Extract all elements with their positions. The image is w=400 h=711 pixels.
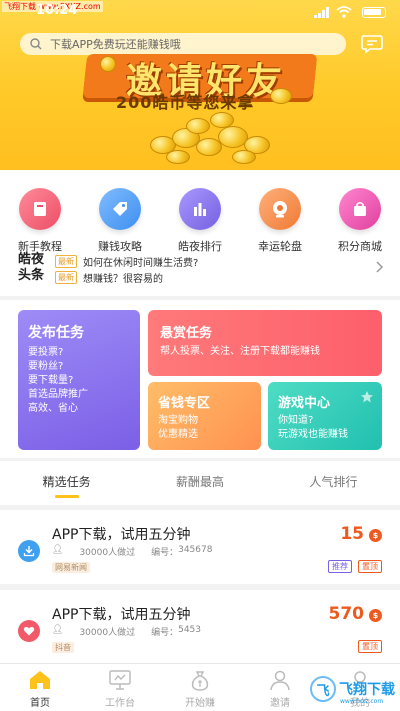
task-title: APP下载，试用五分钟 — [52, 527, 191, 543]
status-bar: 飞翔下载 www.FXXZ.com 10:24 — [0, 0, 400, 26]
chevron-right-icon[interactable] — [376, 261, 384, 273]
book-icon — [19, 188, 61, 230]
nav-invite[interactable]: 邀请 — [240, 664, 320, 711]
task-code: 345678 — [178, 545, 213, 555]
task-code-label: 编号： — [151, 628, 179, 638]
task-source: 网易新闻 — [52, 562, 90, 573]
heart-icon — [18, 620, 40, 642]
watermark-logo-text: 飞翔下载 — [339, 682, 395, 698]
card-game-center[interactable]: 游戏中心 你知道? 玩游戏也能赚钱 — [268, 382, 382, 450]
task-title: APP下载，试用五分钟 — [52, 607, 191, 623]
news-text: 如何在休闲时间赚生活费? — [83, 258, 199, 269]
badge-recommended: 推荐 — [328, 560, 352, 573]
star-icon — [361, 391, 373, 403]
task-code: 5453 — [178, 625, 201, 635]
nav-home[interactable]: 首页 — [0, 664, 80, 711]
coin-icon: $ — [369, 529, 382, 542]
status-time: 10:24 — [36, 3, 78, 18]
news-item[interactable]: 最新 想赚钱？很容易的 — [55, 270, 163, 285]
news-tag: 最新 — [55, 271, 77, 284]
watermark-logo-url: www.fxxz.com — [340, 698, 384, 705]
task-price: 15 — [340, 524, 364, 544]
wheel-icon — [259, 188, 301, 230]
headline-news[interactable]: 皓夜 头条 最新 如何在休闲时间赚生活费? 最新 想赚钱？很容易的 — [0, 252, 400, 286]
news-brand: 皓夜 头条 — [18, 252, 45, 283]
wifi-icon — [336, 6, 352, 18]
battery-icon — [362, 7, 386, 18]
home-icon — [30, 671, 50, 689]
task-code-label: 编号： — [151, 548, 179, 558]
task-item[interactable]: APP下载，试用五分钟 👤︎ 30000人做过 编号： 345678 网易新闻 … — [0, 510, 400, 584]
monitor-icon — [109, 670, 131, 690]
card-publish-task[interactable]: 发布任务 要投票? 要粉丝? 要下载量? 首选品牌推广 高效、省心 — [18, 310, 140, 450]
task-item[interactable]: APP下载，试用五分钟 👤︎ 30000人做过 编号： 5453 抖音 570 … — [0, 590, 400, 664]
message-icon[interactable] — [361, 34, 383, 54]
nav-workbench[interactable]: 工作台 — [80, 664, 160, 711]
task-source: 抖音 — [52, 642, 74, 653]
task-meta: 👤︎ 30000人做过 编号： 5453 — [52, 625, 217, 638]
user-icon — [270, 670, 290, 691]
search-icon — [30, 38, 42, 50]
coin-icon: $ — [369, 609, 382, 622]
tab-highest-pay[interactable]: 薪酬最高 — [133, 461, 266, 505]
menu-item-lucky-wheel[interactable]: 幸运轮盘 — [240, 188, 320, 254]
news-text: 想赚钱？很容易的 — [83, 274, 163, 285]
feature-cards: 发布任务 要投票? 要粉丝? 要下载量? 首选品牌推广 高效、省心 悬赏任务 帮… — [0, 300, 400, 458]
watermark-logo-mark: 飞 — [310, 676, 336, 702]
task-meta: 👤︎ 30000人做过 编号： 345678 — [52, 545, 228, 558]
signal-icon — [314, 7, 329, 18]
card-reward-task[interactable]: 悬赏任务 帮人投票、关注、注册下载都能赚钱 — [148, 310, 382, 376]
user-icon: 👤︎ — [52, 625, 64, 635]
badge-pinned: 置顶 — [358, 640, 382, 653]
news-item[interactable]: 最新 如何在休闲时间赚生活费? — [55, 254, 198, 269]
card-save-money[interactable]: 省钱专区 淘宝购物 优惠精选 — [148, 382, 261, 450]
quick-menu: 新手教程 赚钱攻略 皓夜排行 幸运轮盘 积分商城 — [0, 188, 400, 254]
tab-popular[interactable]: 人气排行 — [267, 461, 400, 505]
task-tabs: 精选任务 薪酬最高 人气排行 — [0, 461, 400, 505]
user-icon: 👤︎ — [52, 545, 64, 555]
menu-item-points-mall[interactable]: 积分商城 — [320, 188, 400, 254]
money-bag-icon — [191, 671, 209, 691]
tab-featured[interactable]: 精选任务 — [0, 461, 133, 505]
news-tag: 最新 — [55, 255, 77, 268]
shopping-bag-icon — [339, 188, 381, 230]
menu-item-tutorial[interactable]: 新手教程 — [0, 188, 80, 254]
menu-item-ranking[interactable]: 皓夜排行 — [160, 188, 240, 254]
tag-icon — [99, 188, 141, 230]
badge-pinned: 置顶 — [358, 560, 382, 573]
download-icon — [18, 540, 40, 562]
task-price: 570 — [328, 604, 365, 624]
task-count: 30000人做过 — [79, 548, 136, 558]
menu-item-strategy[interactable]: 赚钱攻略 — [80, 188, 160, 254]
header-banner: 飞翔下载 www.FXXZ.com 10:24 邀请好友 200皓币等您来拿 — [0, 0, 400, 170]
task-count: 30000人做过 — [79, 628, 136, 638]
nav-start-earning[interactable]: 开始赚 — [160, 664, 240, 711]
promo-subtitle: 200皓币等您来拿 — [116, 93, 255, 112]
bar-chart-icon — [179, 188, 221, 230]
site-watermark-logo: 飞 飞翔下载 www.fxxz.com — [310, 674, 396, 705]
